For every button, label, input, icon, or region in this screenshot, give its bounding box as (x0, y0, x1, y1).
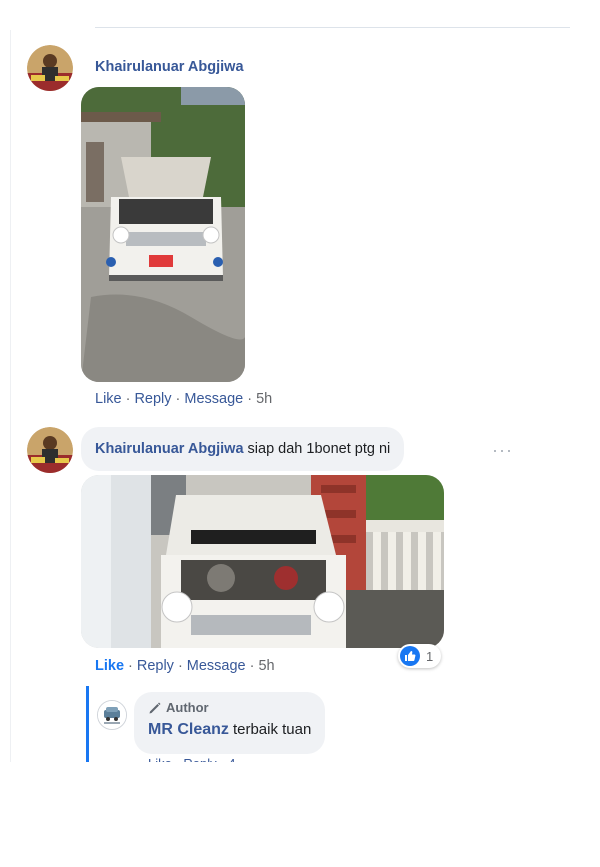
author-badge: Author (148, 700, 311, 715)
reply-thread-line (86, 686, 89, 762)
reaction-count: 1 (426, 648, 434, 664)
like-button[interactable]: Like (95, 658, 124, 674)
message-button[interactable]: Message (187, 658, 246, 674)
reply-text: terbaik tuan (232, 721, 312, 738)
divider-line (95, 27, 570, 28)
reply-author[interactable]: MR Cleanz (148, 721, 229, 738)
pencil-icon (149, 702, 161, 713)
reaction-summary[interactable]: 1 (398, 644, 442, 668)
reply-actions-truncated: Like · Reply · 4 (148, 756, 235, 762)
timestamp[interactable]: 5h (256, 391, 272, 407)
comment-bubble: Khairulanuar Abgjiwa siap dah 1bonet ptg… (81, 427, 405, 471)
comment-photo[interactable] (81, 87, 245, 382)
avatar[interactable] (27, 45, 73, 91)
more-options-icon[interactable]: ··· (492, 440, 513, 461)
timestamp[interactable]: 5h (258, 658, 274, 674)
comment-author[interactable]: Khairulanuar Abgjiwa (95, 441, 244, 457)
avatar[interactable] (97, 700, 127, 730)
comment-actions: Like · Reply · Message · 5h (95, 658, 275, 674)
like-reaction-icon (400, 646, 420, 666)
like-button[interactable]: Like (95, 391, 122, 407)
comment-photo[interactable] (81, 475, 444, 648)
message-button[interactable]: Message (184, 391, 243, 407)
comment-actions: Like · Reply · Message · 5h (95, 391, 273, 407)
author-badge-label: Author (166, 700, 209, 715)
reply-button[interactable]: Reply (137, 658, 174, 674)
comment-author[interactable]: Khairulanuar Abgjiwa (95, 59, 244, 75)
avatar[interactable] (27, 427, 73, 473)
reply-button[interactable]: Reply (134, 391, 171, 407)
reply-bubble: Author MR Cleanz terbaik tuan (134, 692, 326, 754)
comment-text: siap dah 1bonet ptg ni (247, 441, 391, 457)
thread-guide-line (10, 30, 11, 762)
